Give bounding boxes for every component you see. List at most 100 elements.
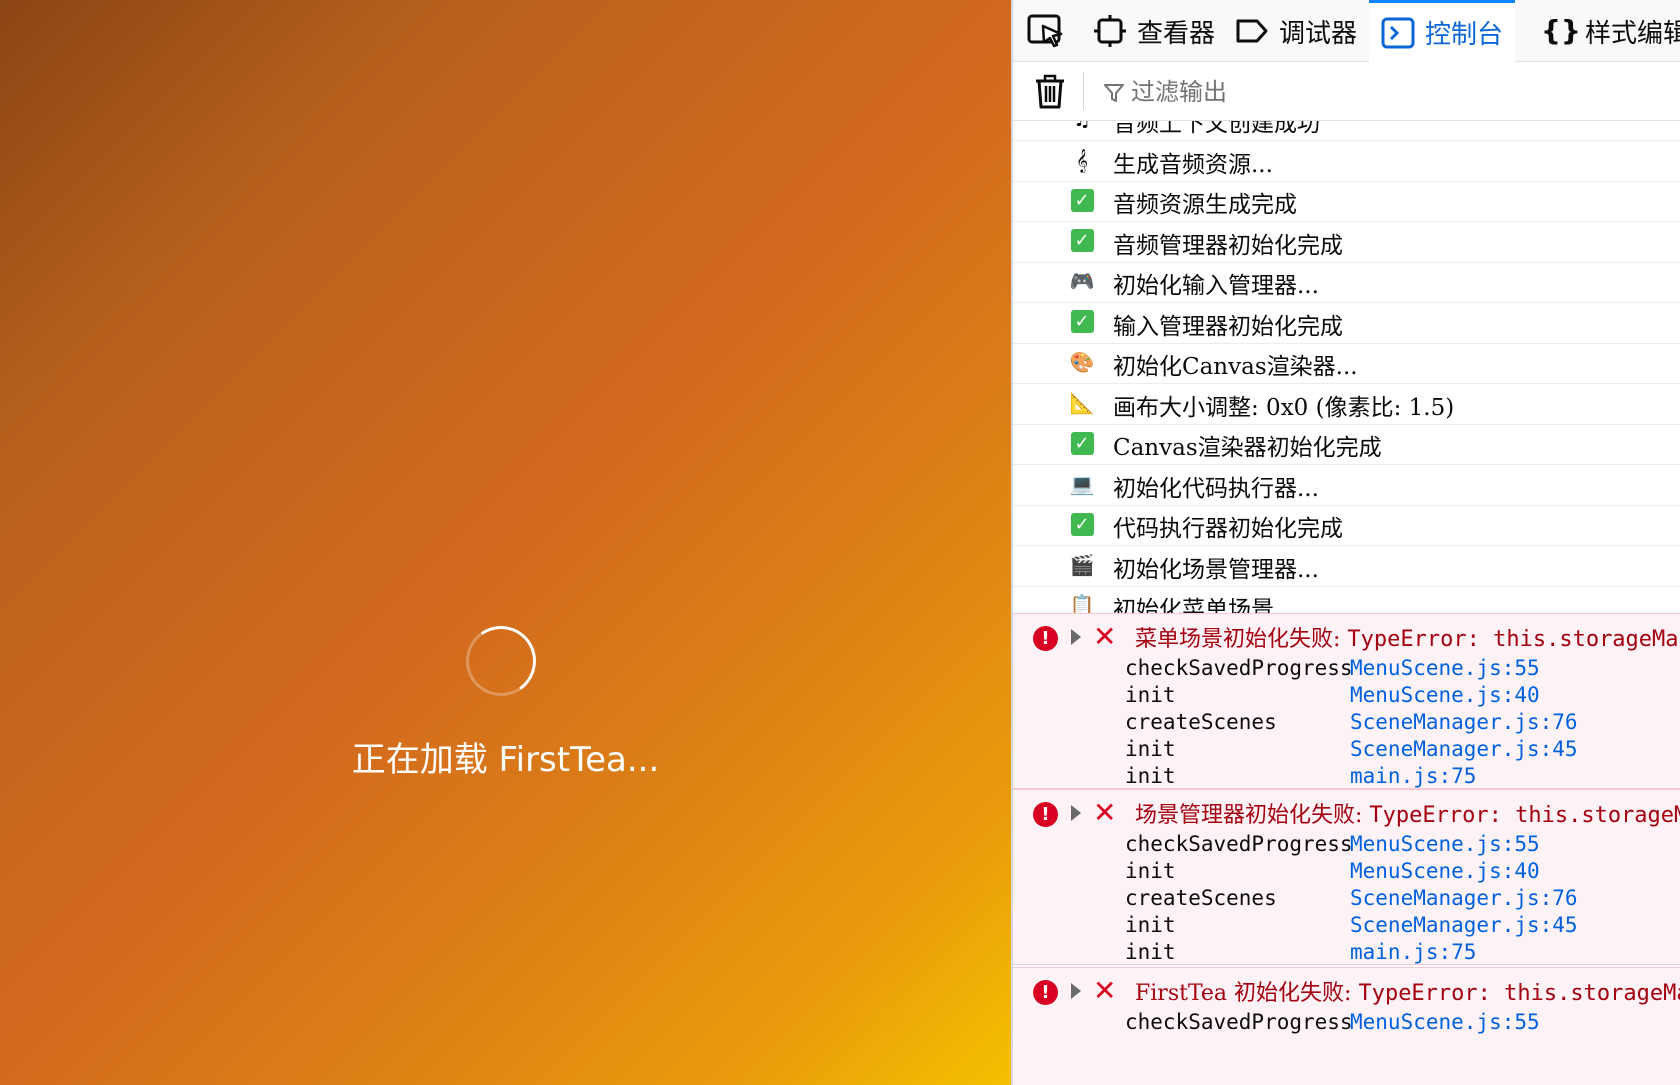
log-emoji-icon: 🎬 [1069,552,1095,577]
filter-output-input[interactable] [1131,75,1651,109]
stack-function-name: createScenes [1125,886,1277,910]
stack-source-link[interactable]: SceneManager.js:45 [1350,913,1578,937]
tab-console[interactable]: 控制台 [1369,0,1516,62]
console-error-block[interactable]: ! ✕ 菜单场景初始化失败: TypeError: this.storageMana… [1013,613,1680,789]
inspector-icon [1094,15,1126,47]
stack-frame: checkSavedProgress MenuScene.js:55 [1125,656,1665,684]
console-message: 初始化代码执行器... [1113,475,1319,502]
console-log-row: 📐 画布大小调整: 0x0 (像素比: 1.5) [1013,382,1680,425]
loading-text: 正在加载 FirstTea... [351,740,660,780]
toolbar-separator [1083,72,1084,110]
error-badge-icon: ! [1033,980,1058,1005]
console-log-row: 🎮 初始化输入管理器... [1013,260,1680,303]
success-check-icon: ✓ [1070,431,1094,455]
element-picker-icon[interactable] [1027,14,1065,48]
expand-arrow-icon[interactable] [1071,805,1081,821]
tab-debugger[interactable]: 调试器 [1235,0,1357,62]
loading-spinner [460,620,542,702]
stack-source-link[interactable]: MenuScene.js:40 [1350,683,1540,707]
stack-frame: createScenes SceneManager.js:76 [1125,710,1665,738]
check-box-icon: ✓ [1070,229,1094,252]
style-editor-icon: {} [1541,14,1581,47]
console-error-block[interactable]: ! ✕ FirstTea 初始化失败: TypeError: this.storag… [1013,967,1680,1085]
tab-label: 调试器 [1279,18,1358,49]
error-message: 菜单场景初始化失败: TypeError: this.storageManage… [1135,621,1680,653]
devtools-panel: 查看器 调试器 控制台 {} 样式编辑器 [1011,0,1680,1085]
console-message: 音频资源生成完成 [1113,192,1297,218]
success-check-icon: ✓ [1070,229,1094,253]
error-type: TypeError: this.storageManager [1358,981,1680,1006]
stack-frame: init MenuScene.js:40 [1125,859,1665,887]
error-type: TypeError: this.storageManager [1369,803,1680,828]
console-message: 生成音频资源... [1113,151,1273,178]
stack-frame: init main.js:75 [1125,764,1665,792]
stack-source-link[interactable]: SceneManager.js:76 [1350,886,1578,910]
game-canvas-area: 正在加载 FirstTea... [0,0,1011,1085]
log-emoji-icon: 📐 [1069,390,1095,415]
stack-source-link[interactable]: MenuScene.js:55 [1350,656,1540,680]
console-error-block[interactable]: ! ✕ 场景管理器初始化失败: TypeError: this.storageMan… [1013,789,1680,965]
log-emoji-icon: 🎨 [1069,350,1095,374]
console-log-row: 🎨 初始化Canvas渲染器... [1013,341,1680,384]
console-log-row: ✓ 代码执行器初始化完成 [1013,503,1680,546]
console-log-row: ✓ 音频资源生成完成 [1013,179,1680,222]
success-check-icon: ✓ [1070,310,1094,334]
check-box-icon: ✓ [1070,310,1094,333]
console-message: 画布大小调整: 0x0 (像素比: 1.5) [1113,394,1455,421]
stack-function-name: checkSavedProgress [1125,656,1353,680]
stack-function-name: init [1125,940,1176,964]
log-emoji-icon: 💻 [1069,471,1095,496]
debugger-icon [1236,19,1268,43]
tab-inspector[interactable]: 查看器 [1093,0,1215,62]
stack-source-link[interactable]: MenuScene.js:55 [1350,1010,1540,1034]
expand-arrow-icon[interactable] [1071,983,1081,999]
filter-icon [1104,84,1124,102]
stack-function-name: init [1125,683,1176,707]
error-type: TypeError: this.storageManager [1347,627,1680,652]
log-emoji-icon: ♫ [1070,121,1094,131]
console-message: 音频上下文创建成功 [1113,121,1320,137]
devtools-tabbar: 查看器 调试器 控制台 {} 样式编辑器 [1013,0,1680,62]
stack-frame: checkSavedProgress MenuScene.js:55 [1125,832,1665,860]
error-cross-icon: ✕ [1093,974,1117,1007]
stack-source-link[interactable]: SceneManager.js:45 [1350,737,1578,761]
console-message: 初始化输入管理器... [1113,273,1319,299]
expand-arrow-icon[interactable] [1071,629,1081,645]
success-check-icon: ✓ [1070,188,1094,212]
stack-function-name: createScenes [1125,710,1277,734]
error-cross-icon: ✕ [1093,796,1117,829]
check-box-icon: ✓ [1070,431,1094,455]
console-message: 初始化场景管理器... [1113,556,1319,583]
error-label: 场景管理器初始化失败: [1135,803,1370,828]
log-emoji-icon: 🎮 [1069,269,1095,293]
stack-source-link[interactable]: main.js:75 [1350,940,1476,964]
console-output[interactable]: ♫ 音频上下文创建成功 𝄞 生成音频资源... ✓ 音频资源生成完成 ✓ 音频管理器初始化完成… [1013,121,1680,1085]
console-icon [1381,17,1415,48]
stack-frame: init SceneManager.js:45 [1125,737,1665,765]
stack-source-link[interactable]: SceneManager.js:76 [1350,710,1578,734]
console-log-row: 💻 初始化代码执行器... [1013,463,1680,506]
error-label: FirstTea 初始化失败: [1135,981,1359,1006]
log-emoji-icon: 𝄞 [1076,147,1088,172]
check-box-icon: ✓ [1070,512,1094,536]
stack-frame: init main.js:75 [1125,940,1665,968]
console-message: 音频管理器初始化完成 [1113,232,1343,259]
stack-source-link[interactable]: main.js:75 [1350,764,1476,788]
error-badge-icon: ! [1033,802,1058,827]
error-cross-icon: ✕ [1093,620,1117,653]
stack-function-name: init [1125,737,1176,761]
console-message: 输入管理器初始化完成 [1113,313,1343,340]
error-message: FirstTea 初始化失败: TypeError: this.storageM… [1135,975,1680,1007]
stack-source-link[interactable]: MenuScene.js:55 [1350,832,1540,856]
stack-frame: init MenuScene.js:40 [1125,683,1665,711]
stack-source-link[interactable]: MenuScene.js:40 [1350,859,1540,883]
console-log-row: 𝄞 生成音频资源... [1013,139,1680,182]
clear-console-icon[interactable] [1033,74,1067,110]
console-message: 初始化Canvas渲染器... [1113,354,1358,380]
console-log-row: ✓ 输入管理器初始化完成 [1013,301,1680,344]
tab-style-editor[interactable]: {} 样式编辑器 [1541,0,1680,62]
stack-function-name: checkSavedProgress [1125,1010,1353,1034]
console-log-row: 🎬 初始化场景管理器... [1013,544,1680,587]
stack-function-name: init [1125,764,1176,788]
check-box-icon: ✓ [1070,188,1094,212]
